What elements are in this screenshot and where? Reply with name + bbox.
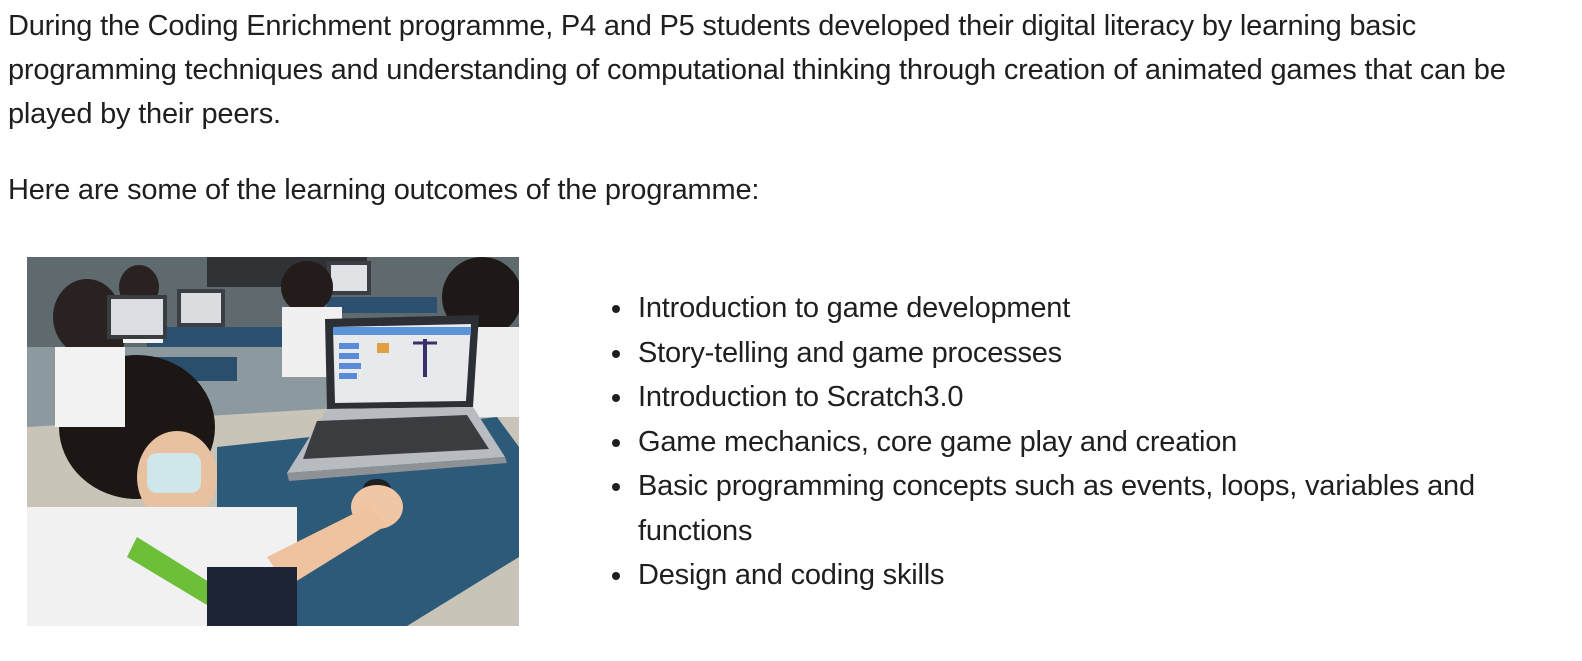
list-item: Basic programming concepts such as event…: [612, 464, 1538, 553]
list-item: Game mechanics, core game play and creat…: [612, 420, 1538, 465]
list-item: Introduction to Scratch3.0: [612, 375, 1538, 420]
list-item: Introduction to game development: [612, 286, 1538, 331]
classroom-photo: [27, 257, 519, 626]
intro-paragraph: During the Coding Enrichment programme, …: [8, 10, 1506, 130]
learning-outcomes-list: Introduction to game development Story-t…: [612, 286, 1538, 598]
outcomes-heading: Here are some of the learning outcomes o…: [8, 174, 760, 206]
list-item: Story-telling and game processes: [612, 331, 1538, 376]
list-item: Design and coding skills: [612, 553, 1538, 598]
